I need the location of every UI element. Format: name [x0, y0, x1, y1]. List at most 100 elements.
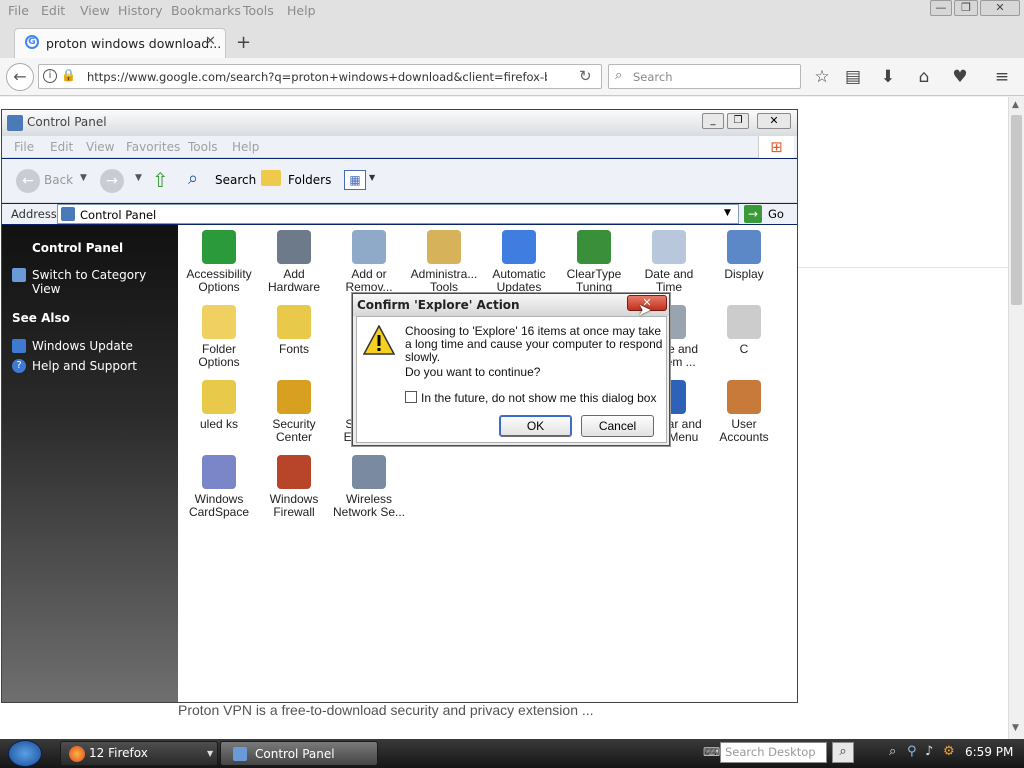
windows-update-link[interactable]: Windows Update: [32, 339, 133, 353]
cp-item-scheduled-tasks[interactable]: uled ks: [182, 380, 256, 452]
page-scrollbar[interactable]: ▲ ▼: [1008, 97, 1024, 739]
cp-item-firewall[interactable]: Windows Firewall: [257, 455, 331, 527]
cp-item-folder-options[interactable]: Folder Options: [182, 305, 256, 377]
cp-menu-view[interactable]: View: [86, 140, 114, 154]
views-dropdown-icon[interactable]: ▼: [369, 173, 375, 182]
tab-close-icon[interactable]: ✕: [205, 34, 216, 49]
maximize-icon[interactable]: ❐: [954, 0, 978, 16]
switch-category-view-link[interactable]: Switch to Category View: [32, 268, 178, 296]
cp-item-admin-tools[interactable]: Administra... Tools: [407, 230, 481, 302]
menu-history[interactable]: History: [118, 3, 162, 18]
scroll-down-icon[interactable]: ▼: [1012, 723, 1019, 733]
tray-volume-icon[interactable]: ♪: [925, 744, 933, 759]
views-icon[interactable]: ▦: [344, 170, 366, 190]
minimize-icon[interactable]: —: [930, 0, 952, 16]
cp-menu-edit[interactable]: Edit: [50, 140, 73, 154]
user-accounts-icon: [727, 380, 761, 414]
pocket-icon[interactable]: ♥: [949, 66, 971, 88]
desktop-search-icon[interactable]: ⌕: [832, 742, 854, 763]
cp-menu-tools[interactable]: Tools: [188, 140, 218, 154]
cancel-button[interactable]: Cancel: [581, 415, 654, 437]
cp-menu-help[interactable]: Help: [232, 140, 259, 154]
cp-minimize-icon[interactable]: _: [702, 113, 724, 129]
desktop-search-input[interactable]: Search Desktop: [720, 742, 827, 763]
cp-item-accessibility[interactable]: Accessibility Options: [182, 230, 256, 302]
address-input[interactable]: Control Panel ▼: [57, 204, 739, 224]
menu-bookmarks[interactable]: Bookmarks: [171, 3, 241, 18]
lock-icon: 🔒: [61, 68, 76, 82]
menu-view[interactable]: View: [80, 3, 110, 18]
dialog-titlebar[interactable]: Confirm 'Explore' Action ✕: [353, 294, 669, 316]
info-icon[interactable]: i: [43, 69, 57, 83]
taskbar-firefox[interactable]: 12 Firefox ▼: [60, 741, 218, 766]
cp-search-label[interactable]: Search: [215, 173, 256, 187]
bookmark-star-icon[interactable]: ☆: [811, 66, 833, 88]
menu-help[interactable]: Help: [287, 3, 316, 18]
menu-tools[interactable]: Tools: [243, 3, 274, 18]
clock: 6:59 PM: [965, 745, 1014, 759]
cp-menu-file[interactable]: File: [14, 140, 34, 154]
dont-show-label[interactable]: In the future, do not show me this dialo…: [421, 391, 656, 405]
add-hardware-icon: [277, 230, 311, 264]
new-tab-icon[interactable]: +: [236, 32, 251, 53]
menu-edit[interactable]: Edit: [41, 3, 65, 18]
forward-dropdown-icon[interactable]: ▼: [135, 173, 142, 183]
cp-search-icon[interactable]: ⌕: [188, 168, 198, 189]
go-arrow-icon[interactable]: →: [744, 205, 762, 223]
cp-restore-icon[interactable]: ❐: [727, 113, 749, 129]
cp-folders-label[interactable]: Folders: [288, 173, 331, 187]
cp-item-fonts[interactable]: Fonts: [257, 305, 331, 377]
taskbar-control-panel[interactable]: Control Panel: [220, 741, 378, 766]
cp-item-user-accounts[interactable]: User Accounts: [707, 380, 781, 452]
desktop-search-placeholder: Search Desktop: [725, 745, 816, 759]
tray-search-icon[interactable]: ⌕: [889, 744, 896, 759]
back-dropdown-icon[interactable]: ▼: [80, 173, 87, 183]
folders-icon[interactable]: [261, 170, 281, 186]
start-button[interactable]: [8, 740, 42, 767]
reload-icon[interactable]: ↻: [579, 67, 592, 85]
tray-network-icon[interactable]: ⚲: [907, 744, 917, 759]
reading-list-icon[interactable]: ▤: [842, 66, 864, 88]
close-icon[interactable]: ✕: [980, 0, 1020, 16]
cp-item-cleartype[interactable]: ClearType Tuning: [557, 230, 631, 302]
ok-button[interactable]: OK: [499, 415, 572, 437]
url-text[interactable]: https://www.google.com/search?q=proton+w…: [87, 70, 547, 84]
forward-arrow-icon[interactable]: →: [100, 169, 124, 193]
scroll-up-icon[interactable]: ▲: [1012, 100, 1019, 110]
scroll-thumb[interactable]: [1011, 115, 1022, 305]
keyboard-icon[interactable]: ⌨: [703, 745, 720, 759]
cp-item-label: User Accounts: [719, 417, 769, 444]
cp-back-label[interactable]: Back: [44, 173, 73, 187]
up-folder-icon[interactable]: ⇧: [152, 168, 169, 192]
cp-item-display[interactable]: Display: [707, 230, 781, 302]
cp-close-icon[interactable]: ✕: [757, 113, 791, 129]
address-dropdown-icon[interactable]: ▼: [724, 208, 731, 218]
cp-item-label: ClearType Tuning: [566, 267, 622, 294]
taskbar-group-dropdown-icon[interactable]: ▼: [207, 749, 213, 758]
cp-titlebar[interactable]: Control Panel _ ❐ ✕: [2, 110, 797, 136]
back-icon[interactable]: ←: [6, 63, 34, 91]
cp-menu-favorites[interactable]: Favorites: [126, 140, 180, 154]
search-bar[interactable]: ⌕ Search: [608, 64, 801, 89]
cp-item-add-remove-programs[interactable]: Add or Remov...: [332, 230, 406, 302]
cp-item-wireless-network[interactable]: Wireless Network Se...: [332, 455, 406, 527]
cp-item-add-hardware[interactable]: Add Hardware: [257, 230, 331, 302]
dialog-question: Do you want to continue?: [405, 365, 541, 379]
browser-tab[interactable]: G proton windows download... ✕: [14, 28, 226, 59]
back-arrow-icon[interactable]: ←: [16, 169, 40, 193]
cp-item-automatic-updates[interactable]: Automatic Updates: [482, 230, 556, 302]
url-bar[interactable]: i 🔒 https://www.google.com/search?q=prot…: [38, 64, 602, 89]
menu-file[interactable]: File: [8, 3, 29, 18]
dont-show-checkbox[interactable]: [405, 391, 417, 403]
cp-item-cardspace[interactable]: Windows CardSpace: [182, 455, 256, 527]
taskbar-firefox-label: 12 Firefox: [89, 746, 148, 760]
help-support-link[interactable]: Help and Support: [32, 359, 137, 373]
hamburger-menu-icon[interactable]: ≡: [991, 66, 1013, 88]
cp-item-date-time[interactable]: Date and Time: [632, 230, 706, 302]
cp-item-partial-hidden[interactable]: C: [707, 305, 781, 377]
download-icon[interactable]: ⬇: [877, 66, 899, 88]
cp-item-security-center[interactable]: Security Center: [257, 380, 331, 452]
tray-security-icon[interactable]: ⚙: [943, 744, 955, 759]
go-label[interactable]: Go: [768, 207, 784, 221]
home-icon[interactable]: ⌂: [913, 66, 935, 88]
